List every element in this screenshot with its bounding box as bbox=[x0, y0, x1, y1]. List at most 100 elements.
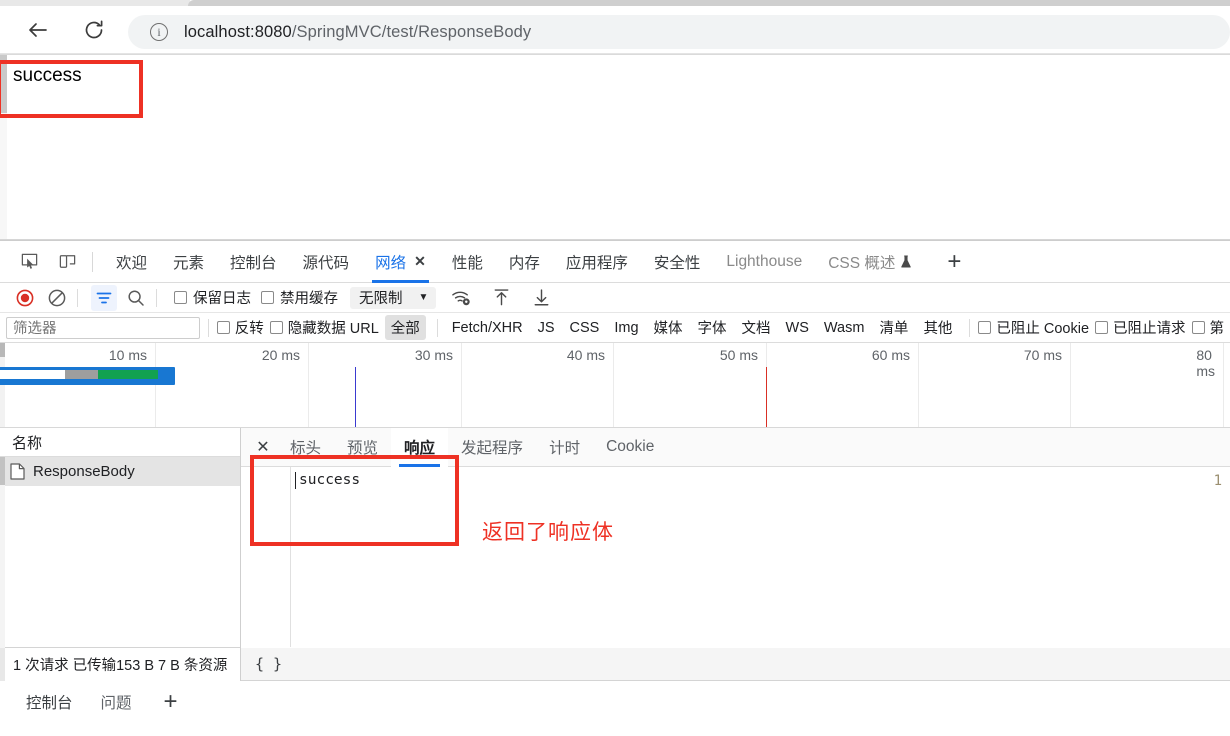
timeline-tick: 10 ms bbox=[108, 347, 147, 363]
tab-timing[interactable]: 计时 bbox=[536, 428, 593, 467]
segment-queueing bbox=[0, 370, 65, 379]
filter-type-ws[interactable]: WS bbox=[780, 318, 815, 338]
tab-label: 元素 bbox=[173, 254, 205, 272]
filter-toggle-button[interactable] bbox=[91, 284, 117, 311]
blocked-cookies-label: 已阻止 Cookie bbox=[996, 321, 1090, 337]
back-button[interactable] bbox=[18, 10, 58, 50]
tab-label: 性能 bbox=[451, 254, 483, 272]
close-icon[interactable]: ✕ bbox=[414, 253, 426, 270]
filter-type-fetch-xhr[interactable]: Fetch/XHR bbox=[446, 318, 529, 338]
request-timing-bar bbox=[0, 367, 175, 385]
address-bar-url: localhost:8080/SpringMVC/test/ResponseBo… bbox=[184, 23, 531, 42]
tab-initiator[interactable]: 发起程序 bbox=[448, 428, 536, 467]
timeline-tick: 20 ms bbox=[261, 347, 300, 363]
browser-navigation-bar: i localhost:8080/SpringMVC/test/Response… bbox=[0, 6, 1230, 54]
response-body-view[interactable]: 1 success bbox=[241, 467, 1230, 647]
overview-request-band bbox=[0, 367, 1230, 387]
tab-css-overview[interactable]: CSS 概述 bbox=[815, 241, 925, 283]
filter-type-doc[interactable]: 文档 bbox=[736, 315, 777, 340]
record-button[interactable] bbox=[12, 285, 38, 311]
request-list-pane: 名称 ResponseBody bbox=[0, 428, 241, 648]
tab-label: 源代码 bbox=[302, 254, 350, 272]
timeline-tick: 70 ms bbox=[1023, 347, 1062, 363]
tab-response[interactable]: 响应 bbox=[391, 427, 449, 467]
search-icon bbox=[128, 289, 144, 306]
filter-input[interactable]: 筛选器 bbox=[6, 316, 200, 339]
filter-type-font[interactable]: 字体 bbox=[692, 315, 733, 340]
filter-type-media[interactable]: 媒体 bbox=[648, 315, 689, 340]
tabbar-divider bbox=[92, 251, 93, 272]
network-conditions-button[interactable] bbox=[448, 285, 474, 311]
import-har-button[interactable] bbox=[488, 285, 514, 311]
site-info-icon[interactable]: i bbox=[150, 23, 168, 41]
blocked-cookies-checkbox[interactable]: 已阻止 Cookie bbox=[978, 317, 1089, 338]
tab-label: 欢迎 bbox=[116, 254, 148, 272]
tab-headers[interactable]: 标头 bbox=[277, 428, 334, 467]
filter-type-all[interactable]: 全部 bbox=[384, 315, 426, 340]
tab-security[interactable]: 安全性 bbox=[641, 241, 714, 283]
tab-label: 安全性 bbox=[653, 254, 701, 272]
segment-download bbox=[158, 370, 171, 379]
timeline-tick: 30 ms bbox=[414, 347, 453, 363]
pretty-print-button[interactable]: { } bbox=[255, 655, 282, 673]
search-button[interactable] bbox=[123, 285, 149, 311]
tab-elements[interactable]: 元素 bbox=[160, 241, 217, 283]
drawer-tab-issues[interactable]: 问题 bbox=[87, 681, 146, 723]
preserve-log-checkbox[interactable]: 保留日志 bbox=[174, 287, 251, 308]
disable-cache-checkbox[interactable]: 禁用缓存 bbox=[261, 287, 338, 308]
checkbox-box bbox=[1191, 321, 1205, 334]
tab-preview[interactable]: 预览 bbox=[334, 428, 391, 467]
tab-sources[interactable]: 源代码 bbox=[290, 241, 363, 283]
tab-label: CSS 概述 bbox=[828, 254, 896, 272]
request-column-header[interactable]: 名称 bbox=[0, 428, 240, 457]
filter-type-wasm[interactable]: Wasm bbox=[818, 318, 871, 338]
tab-cookies[interactable]: Cookie bbox=[593, 428, 667, 467]
tab-label: 应用程序 bbox=[565, 254, 628, 272]
tab-welcome[interactable]: 欢迎 bbox=[103, 241, 160, 283]
device-toolbar-button[interactable] bbox=[52, 248, 82, 276]
tab-lighthouse[interactable]: Lighthouse bbox=[713, 241, 815, 283]
devtools-tabbar: 欢迎 元素 控制台 源代码 网络 ✕ 性能 内存 应用程序 安全性 Lighth… bbox=[0, 241, 1230, 283]
wifi-gear-icon bbox=[452, 291, 470, 306]
network-status-bar: 1 次请求 已传输153 B 7 B 条资源 { } bbox=[0, 647, 1230, 681]
request-timing-segments bbox=[0, 370, 171, 379]
blocked-requests-checkbox[interactable]: 已阻止请求 bbox=[1095, 317, 1186, 338]
table-row[interactable]: ResponseBody bbox=[0, 457, 240, 486]
tab-performance[interactable]: 性能 bbox=[439, 241, 496, 283]
throttling-select[interactable]: 无限制 ▼ bbox=[350, 286, 437, 309]
reload-button[interactable] bbox=[74, 10, 114, 50]
checkbox-box bbox=[1095, 321, 1109, 334]
hide-data-urls-checkbox[interactable]: 隐藏数据 URL bbox=[269, 317, 379, 338]
filter-type-js[interactable]: JS bbox=[532, 318, 561, 338]
checkbox-box bbox=[261, 291, 274, 304]
page-scrollbar[interactable] bbox=[0, 55, 7, 241]
devtools-drawer: 控制台 问题 + bbox=[0, 681, 1230, 723]
tab-label: Lighthouse bbox=[726, 252, 803, 270]
filter-type-img[interactable]: Img bbox=[608, 318, 644, 338]
export-har-button[interactable] bbox=[528, 285, 554, 311]
page-body-text: success bbox=[13, 65, 82, 86]
third-party-label: 第 bbox=[1209, 321, 1225, 337]
checkbox-box bbox=[978, 321, 992, 334]
filter-type-other[interactable]: 其他 bbox=[917, 315, 958, 340]
close-detail-button[interactable]: ✕ bbox=[249, 433, 277, 461]
drawer-add-button[interactable]: + bbox=[154, 687, 188, 717]
clear-button[interactable] bbox=[44, 285, 70, 311]
third-party-checkbox[interactable]: 第 bbox=[1191, 317, 1225, 338]
network-overview[interactable]: 10 ms 20 ms 30 ms 40 ms 50 ms 60 ms 70 m… bbox=[0, 343, 1230, 428]
filter-type-manifest[interactable]: 清单 bbox=[873, 315, 914, 340]
add-panel-button[interactable]: + bbox=[937, 248, 971, 276]
drawer-tab-console[interactable]: 控制台 bbox=[12, 681, 87, 723]
tab-memory[interactable]: 内存 bbox=[496, 241, 553, 283]
throttling-value: 无限制 bbox=[359, 291, 403, 307]
tab-console[interactable]: 控制台 bbox=[217, 241, 290, 283]
request-list-scrollbar[interactable] bbox=[0, 457, 5, 648]
tab-network[interactable]: 网络 ✕ bbox=[362, 241, 439, 283]
response-content: success bbox=[299, 472, 361, 488]
inspect-element-button[interactable] bbox=[14, 248, 44, 276]
invert-checkbox[interactable]: 反转 bbox=[216, 317, 264, 338]
address-bar[interactable]: i localhost:8080/SpringMVC/test/Response… bbox=[128, 15, 1230, 49]
filter-type-css[interactable]: CSS bbox=[564, 318, 606, 338]
tab-application[interactable]: 应用程序 bbox=[553, 241, 641, 283]
network-toolbar: 保留日志 禁用缓存 无限制 ▼ bbox=[0, 283, 1230, 313]
